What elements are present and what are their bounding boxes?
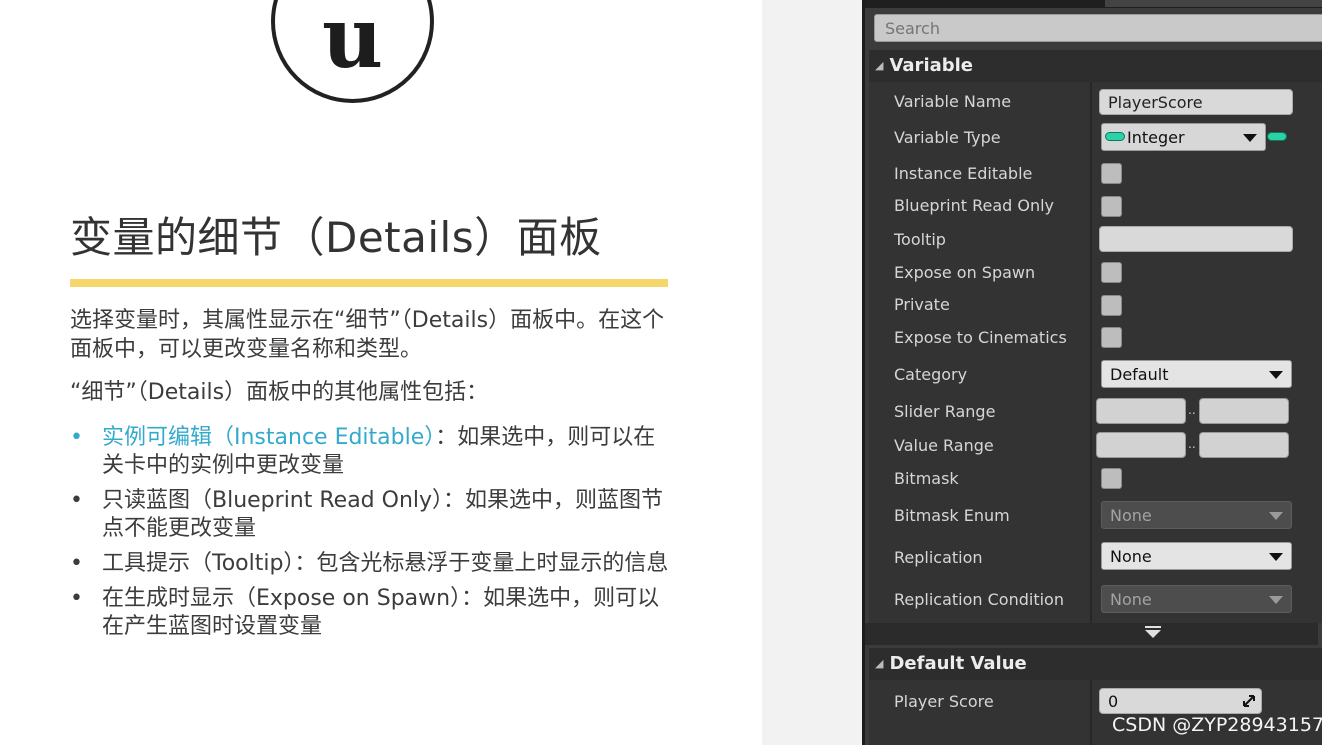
logo-glyph: u [321,0,384,87]
collapse-triangle-icon[interactable]: ◢ [875,59,883,72]
slide-title: 变量的细节（Details）面板 [70,213,602,262]
chevron-down-icon [1269,596,1283,604]
unreal-logo-icon: u [271,0,434,103]
chevron-down-icon [1269,512,1283,520]
chevron-down-icon [1269,371,1283,379]
value-range-max-field[interactable] [1199,432,1289,458]
variable-type-dropdown[interactable]: Integer [1101,123,1266,151]
bullet-blueprint-read-only: • 只读蓝图（Blueprint Read Only）：如果选中，则蓝图节点不能… [70,487,670,543]
expose-on-spawn-label: Expose on Spawn [894,263,1036,282]
search-input[interactable] [874,14,1322,42]
replication-label: Replication [894,548,983,567]
expose-to-cinematics-checkbox[interactable] [1101,327,1122,348]
tooltip-label: Tooltip [894,230,946,249]
bullet-dot-icon: • [70,551,83,576]
watermark: CSDN @ZYP28943157 [1112,714,1322,736]
blueprint-read-only-label: Blueprint Read Only [894,196,1055,215]
bullet-text: 工具提示（Tooltip）：包含光标悬浮于变量上时显示的信息 [102,551,669,576]
details-panel: ◢ Variable Variable Name PlayerScore Vari… [865,0,1322,745]
slider-range-max-field[interactable] [1199,398,1289,424]
variable-type-value: Integer [1127,128,1185,147]
bullet-text: 在生成时显示（Expose on Spawn）：如果选中，则可以在产生蓝图时设置… [102,586,660,639]
variable-name-label: Variable Name [894,92,1012,111]
player-score-field[interactable]: 0 [1099,688,1262,714]
instance-editable-label: Instance Editable [894,164,1033,183]
column-splitter[interactable] [1090,82,1092,623]
bitmask-enum-dropdown[interactable]: None [1101,501,1292,529]
expose-to-cinematics-label: Expose to Cinematics [894,328,1067,347]
bullet-dot-icon: • [70,425,83,450]
title-underline [70,279,668,287]
bullet-dot-icon: • [70,586,83,611]
replication-condition-value: None [1110,590,1152,609]
instance-editable-checkbox[interactable] [1101,163,1122,184]
panel-top-strip [865,0,1322,8]
slide-gutter [762,0,862,745]
integer-pin-icon [1105,132,1125,141]
category-label: Category [894,365,968,384]
replication-condition-label: Replication Condition [894,590,1064,609]
private-label: Private [894,295,950,314]
replication-dropdown[interactable]: None [1101,542,1292,570]
slider-range-label: Slider Range [894,402,996,421]
bullet-dot-icon: • [70,488,83,513]
expand-bar-icon [1145,626,1161,628]
tooltip-field[interactable] [1099,226,1293,252]
column-splitter[interactable] [1090,680,1092,745]
range-separator: .. [1188,437,1196,451]
range-separator: .. [1188,403,1196,417]
blueprint-read-only-checkbox[interactable] [1101,196,1122,217]
collapse-triangle-icon[interactable]: ◢ [875,657,883,670]
default-value-section-title: Default Value [889,653,1027,674]
variable-type-label: Variable Type [894,128,1001,147]
panel-tab[interactable] [1105,0,1322,7]
variable-section-title: Variable [889,55,974,76]
category-dropdown[interactable]: Default [1101,360,1292,388]
bullet-text: 只读蓝图（Blueprint Read Only）：如果选中，则蓝图节点不能更改… [102,488,664,541]
chevron-down-icon [1269,553,1283,561]
chevron-down-icon [1243,134,1257,142]
bullet-expose-on-spawn: • 在生成时显示（Expose on Spawn）：如果选中，则可以在产生蓝图时… [70,585,670,641]
bitmask-label: Bitmask [894,469,959,488]
player-score-label: Player Score [894,692,994,711]
bitmask-enum-value: None [1110,506,1152,525]
expand-arrow-icon [1145,630,1161,638]
value-range-min-field[interactable] [1096,432,1186,458]
intro-paragraph: 选择变量时，其属性显示在“细节”（Details）面板中。在这个面板中，可以更改… [70,308,665,362]
bullet-instance-editable: • 实例可编辑（Instance Editable）：如果选中，则可以在关卡中的… [70,424,670,480]
replication-condition-dropdown[interactable]: None [1101,585,1292,613]
container-type-pin-icon[interactable] [1267,132,1287,141]
other-properties-paragraph: “细节”（Details）面板中的其他属性包括： [70,380,489,405]
property-bullet-list: • 实例可编辑（Instance Editable）：如果选中，则可以在关卡中的… [70,424,670,648]
show-advanced-button[interactable] [865,623,1318,645]
category-value: Default [1110,365,1169,384]
bullet-tooltip: • 工具提示（Tooltip）：包含光标悬浮于变量上时显示的信息 [70,550,670,578]
bullet-highlight-text: 实例可编辑（Instance Editable） [102,425,436,450]
replication-value: None [1110,547,1152,566]
value-range-label: Value Range [894,436,994,455]
bitmask-enum-label: Bitmask Enum [894,506,1010,525]
bitmask-checkbox[interactable] [1101,468,1122,489]
slider-range-min-field[interactable] [1096,398,1186,424]
drag-value-icon[interactable] [1243,695,1255,707]
private-checkbox[interactable] [1101,295,1122,316]
slide: u 变量的细节（Details）面板 选择变量时，其属性显示在“细节”（Deta… [0,0,762,745]
expose-on-spawn-checkbox[interactable] [1101,262,1122,283]
player-score-value: 0 [1108,692,1119,711]
variable-name-field[interactable]: PlayerScore [1099,89,1293,115]
default-value-section-header[interactable]: ◢ Default Value [869,648,1322,680]
variable-properties: Variable Name PlayerScore Variable Type … [869,82,1322,623]
variable-section-header[interactable]: ◢ Variable [869,50,1322,82]
